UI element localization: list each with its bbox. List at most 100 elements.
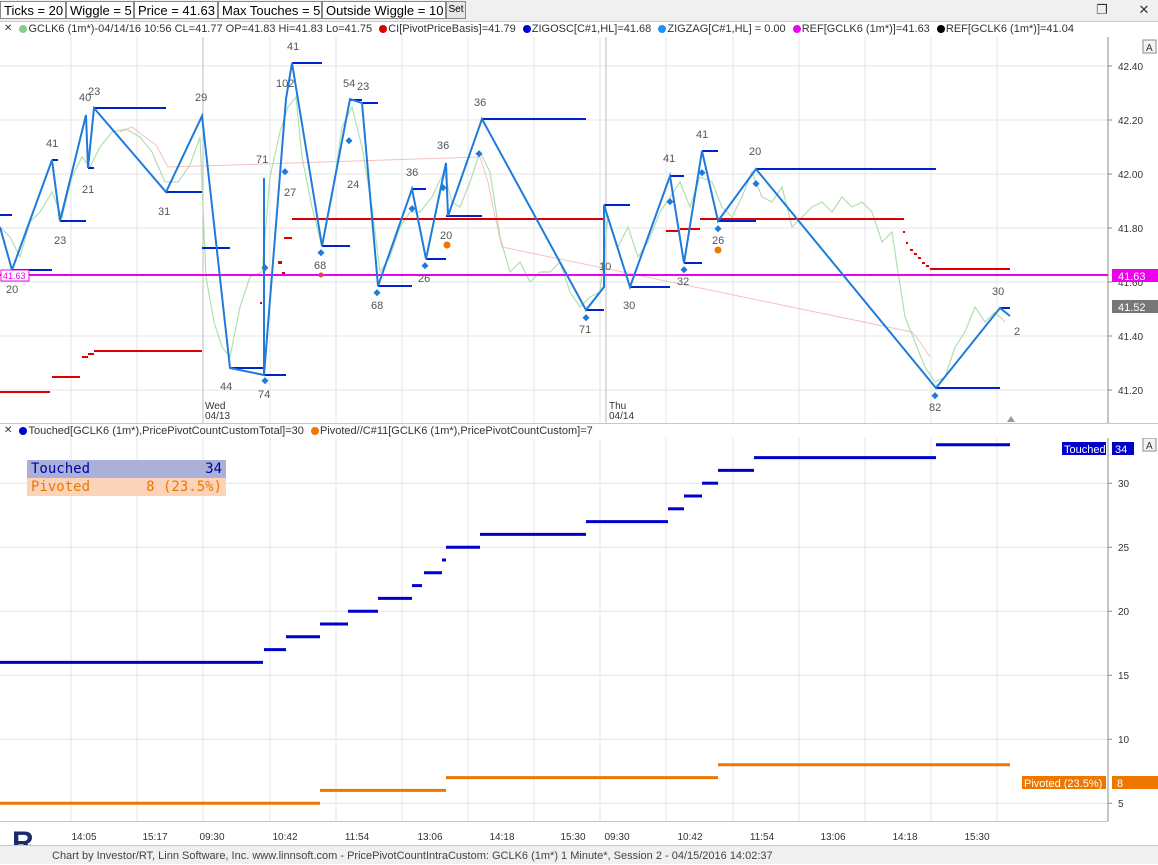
lower-auto-scale-icon: A xyxy=(1146,441,1153,452)
ref-legend-dot xyxy=(792,25,801,34)
auto-scale-icon: A xyxy=(1146,43,1153,54)
pivot-label: 68 xyxy=(314,260,326,272)
pivot-label: 20 xyxy=(6,284,18,296)
level-segments xyxy=(0,62,1010,389)
y-tick-label: 41.40 xyxy=(1118,332,1143,343)
pivot-label: 10 xyxy=(599,261,611,273)
pivot-label: 30 xyxy=(623,300,635,312)
ticks-field[interactable]: Ticks = 20 xyxy=(0,1,66,19)
price-line xyxy=(0,95,1006,383)
set-button[interactable]: Set xyxy=(446,1,466,19)
x-tick-label: 15:30 xyxy=(560,832,585,843)
pivot-label: 36 xyxy=(406,167,418,179)
ref-tag-left-text: 41.63 xyxy=(3,271,26,281)
pivot-label: 26 xyxy=(712,235,724,247)
y-tick-label: 30 xyxy=(1118,479,1130,490)
y-tick-label: 15 xyxy=(1118,671,1130,682)
last-price-tag-text: 41.52 xyxy=(1118,302,1146,314)
upper-legend: ✕ GCLK6 (1m*)-04/14/16 10:56 CL=41.77 OP… xyxy=(0,22,1158,36)
summary-pivoted-row: Pivoted 8 (23.5%) xyxy=(27,478,226,496)
x-tick-label: 14:05 xyxy=(71,832,96,843)
price-legend: GCLK6 (1m*)-04/14/16 10:56 CL=41.77 OP=4… xyxy=(28,23,373,36)
y-tick-label: 41.20 xyxy=(1118,386,1143,397)
pivot-label: 82 xyxy=(929,402,941,414)
touched-legend: Touched[GCLK6 (1m*),PricePivotCountCusto… xyxy=(28,425,304,438)
time-axis-labels: 14:05 15:17 09:30 10:42 11:54 13:06 14:18 15:30… xyxy=(71,832,989,843)
zigosc-legend: ZIGOSC[C#1,HL]=41.68 xyxy=(531,23,652,36)
touched-tag-label: Touched xyxy=(1064,444,1106,456)
lower-legend: ✕ Touched[GCLK6 (1m*),PricePivotCountCus… xyxy=(0,423,1158,438)
summary-touched-name: Touched xyxy=(31,461,91,477)
pivoted-dot-1 xyxy=(443,241,451,249)
pivot-label: 36 xyxy=(474,97,486,109)
zigzag-line xyxy=(0,62,1011,390)
pivot-label: 32 xyxy=(677,276,689,288)
pivoted-tag-label: Pivoted (23.5%) xyxy=(1024,778,1102,790)
price-legend-dot xyxy=(19,25,28,34)
x-tick-label: 10:42 xyxy=(677,832,702,843)
date-label-thu: 04/14 xyxy=(609,411,634,422)
ref-price-tag-text: 41.63 xyxy=(1118,271,1146,283)
price-field[interactable]: Price = 41.63 xyxy=(134,1,218,19)
pivot-label: 23 xyxy=(88,86,100,98)
pivot-basis-dots xyxy=(260,231,929,304)
scroll-marker-icon[interactable] xyxy=(1007,416,1015,422)
pivot-label: 24 xyxy=(347,179,359,191)
pivot-basis-steps xyxy=(0,218,1010,393)
pivoted-dot-2 xyxy=(714,246,722,254)
pivot-label: 2 xyxy=(1014,326,1020,338)
ref-legend: REF[GCLK6 (1m*)]=41.63 xyxy=(801,23,930,36)
x-tick-label: 14:18 xyxy=(489,832,514,843)
pivot-label: 36 xyxy=(437,140,449,152)
close-lower-pane-icon[interactable]: ✕ xyxy=(4,425,12,436)
ref2-legend: REF[GCLK6 (1m*)]=41.04 xyxy=(945,23,1074,36)
close-icon[interactable]: ✕ xyxy=(1137,3,1151,17)
ref2-legend-dot xyxy=(936,25,945,34)
pivot-label: 26 xyxy=(418,273,430,285)
restore-icon[interactable]: ❐ xyxy=(1095,3,1109,17)
x-tick-label: 15:30 xyxy=(964,832,989,843)
close-pane-icon[interactable]: ✕ xyxy=(4,23,12,34)
pivot-label: 74 xyxy=(258,389,270,401)
lower-axis-bg xyxy=(1108,438,1158,821)
summary-touched-row: Touched 34 xyxy=(27,460,226,478)
pivoted-value-text: 8 xyxy=(1117,778,1123,790)
summary-pivoted-name: Pivoted xyxy=(31,479,91,495)
y-tick-label: 5 xyxy=(1118,799,1124,810)
pivot-label: 54 xyxy=(343,78,355,90)
pivot-label: 41 xyxy=(287,41,299,53)
zigzag-legend-dot xyxy=(658,25,667,34)
pivot-basis-legend-dot xyxy=(379,25,388,34)
pivot-label: 44 xyxy=(220,381,232,393)
footer: Chart by Investor/RT, Linn Software, Inc… xyxy=(0,845,1158,864)
y-tick-label: 42.40 xyxy=(1118,62,1143,73)
price-line-red xyxy=(119,126,931,358)
x-tick-label: 11:54 xyxy=(345,832,370,843)
pivot-label: 29 xyxy=(195,92,207,104)
summary-pivoted-value: 8 (23.5%) xyxy=(146,479,222,495)
y-tick-label: 41.80 xyxy=(1118,224,1143,235)
pivot-basis-legend: CI[PivotPriceBasis]=41.79 xyxy=(388,23,516,36)
pivot-label: 21 xyxy=(82,184,94,196)
y-tick-label: 20 xyxy=(1118,607,1130,618)
summary-box: Touched 34 Pivoted 8 (23.5%) xyxy=(27,460,226,496)
wiggle-field[interactable]: Wiggle = 5 xyxy=(66,1,134,19)
x-tick-label: 11:54 xyxy=(750,832,775,843)
summary-touched-value: 34 xyxy=(205,461,222,477)
outside-wiggle-field[interactable]: Outside Wiggle = 10 xyxy=(322,1,446,19)
max-touches-field[interactable]: Max Touches = 5 xyxy=(218,1,322,19)
x-tick-label: 14:18 xyxy=(892,832,917,843)
pivot-label: 27 xyxy=(284,187,296,199)
pivot-label: 71 xyxy=(256,154,268,166)
x-tick-label: 10:42 xyxy=(272,832,297,843)
pivot-label: 23 xyxy=(357,81,369,93)
date-label-wed: 04/13 xyxy=(205,411,230,422)
zigzag-legend: ZIGZAG[C#1,HL] = 0.00 xyxy=(667,23,786,36)
price-chart[interactable]: 42.4042.2042.0041.8041.6041.4041.20 20 4… xyxy=(0,37,1158,423)
pivot-label: 41 xyxy=(663,153,675,165)
x-tick-label: 09:30 xyxy=(199,832,224,843)
upper-grid xyxy=(0,37,1108,423)
toolbar: Ticks = 20 Wiggle = 5 Price = 41.63 Max … xyxy=(0,0,1158,22)
pivoted-legend-dot xyxy=(310,427,319,436)
pivot-label: 71 xyxy=(579,324,591,336)
